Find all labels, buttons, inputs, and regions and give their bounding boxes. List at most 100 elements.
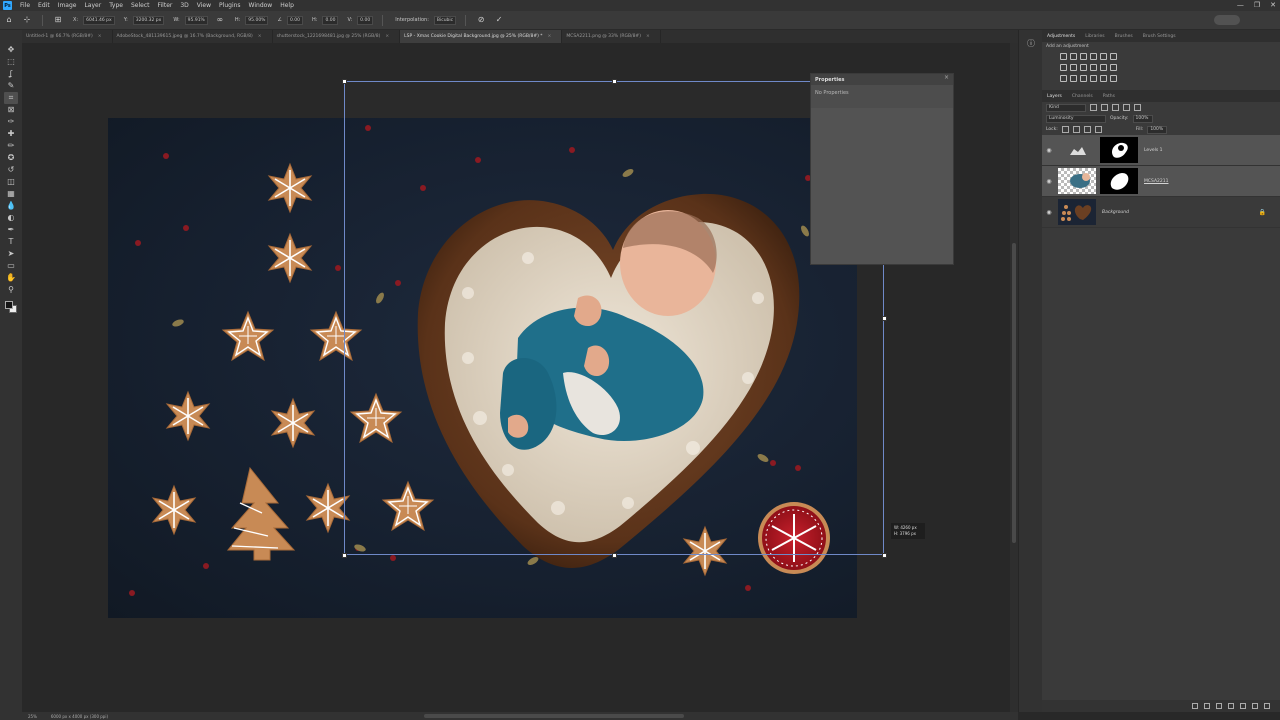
height-field[interactable]: 95.00% <box>245 15 269 25</box>
document-tab[interactable]: shutterstock_1221698481.jpg @ 25% (RGB/8… <box>273 30 401 43</box>
filter-pixel-icon[interactable] <box>1090 104 1097 111</box>
transform-bounding-box[interactable] <box>342 79 887 558</box>
handle-bottom-center[interactable] <box>612 553 617 558</box>
menu-filter[interactable]: Filter <box>154 2 177 9</box>
angle-field[interactable]: 0.00 <box>286 15 303 25</box>
panel-tab-paths[interactable]: Paths <box>1098 94 1120 99</box>
close-icon[interactable]: × <box>944 74 949 81</box>
selective-color-icon[interactable] <box>1090 75 1097 82</box>
home-icon[interactable]: ⌂ <box>4 15 14 25</box>
menu-layer[interactable]: Layer <box>80 2 105 9</box>
layer-mask-thumbnail[interactable] <box>1100 168 1138 194</box>
panel-tab-libraries[interactable]: Libraries <box>1080 34 1109 39</box>
layer-name[interactable]: MCSA2211 <box>1144 179 1169 184</box>
link-layers-icon[interactable] <box>1192 703 1198 709</box>
document-tab[interactable]: Untitled-1 @ 66.7% (RGB/8#) × <box>22 30 113 43</box>
zoom-tool-icon[interactable]: ⚲ <box>4 284 18 296</box>
blend-mode-select[interactable]: Luminosity <box>1046 114 1106 123</box>
close-tab-icon[interactable]: × <box>646 34 650 39</box>
panel-tab-adjustments[interactable]: Adjustments <box>1042 34 1080 39</box>
panel-tab-brushes[interactable]: Brushes <box>1110 34 1138 39</box>
panel-tab-brush-settings[interactable]: Brush Settings <box>1138 34 1181 39</box>
handle-top-center[interactable] <box>612 79 617 84</box>
lock-position-icon[interactable] <box>1072 126 1080 133</box>
menu-view[interactable]: View <box>193 2 215 9</box>
document-tab[interactable]: MCSA2211.png @ 33% (RGB/8#) × <box>562 30 661 43</box>
color-balance-icon[interactable] <box>1070 64 1077 71</box>
scroll-thumb[interactable] <box>1012 243 1016 543</box>
visibility-eye-icon[interactable]: ◉ <box>1042 178 1056 185</box>
layer-thumbnail[interactable] <box>1058 168 1096 194</box>
share-button[interactable] <box>1214 15 1240 25</box>
layer-style-icon[interactable] <box>1204 703 1210 709</box>
history-tool-icon[interactable]: ↺ <box>4 164 18 176</box>
info-icon[interactable]: ⓘ <box>1025 38 1037 50</box>
menu-edit[interactable]: Edit <box>34 2 54 9</box>
reference-point-icon[interactable]: ⊞ <box>53 15 63 25</box>
new-layer-icon[interactable] <box>1252 703 1258 709</box>
visibility-eye-icon[interactable]: ◉ <box>1042 209 1056 216</box>
filter-type-icon[interactable] <box>1112 104 1119 111</box>
menu-select[interactable]: Select <box>127 2 154 9</box>
color-lookup-icon[interactable] <box>1110 64 1117 71</box>
horizontal-scrollbar[interactable] <box>424 714 684 718</box>
handle-middle-right[interactable] <box>882 316 887 321</box>
layer-thumbnail[interactable] <box>1058 199 1096 225</box>
hue-saturation-icon[interactable] <box>1060 64 1067 71</box>
frame-tool-icon[interactable]: ⊠ <box>4 104 18 116</box>
lock-pixels-icon[interactable] <box>1061 126 1069 133</box>
blur-tool-icon[interactable]: 💧 <box>4 200 18 212</box>
handle-top-left[interactable] <box>342 79 347 84</box>
stamp-tool-icon[interactable]: ✪ <box>4 152 18 164</box>
menu-plugins[interactable]: Plugins <box>215 2 245 9</box>
invert-icon[interactable] <box>1060 75 1067 82</box>
opacity-field[interactable]: 100% <box>1132 114 1153 123</box>
close-tab-icon[interactable]: × <box>258 34 262 39</box>
menu-type[interactable]: Type <box>105 2 127 9</box>
restore-button[interactable]: ❐ <box>1254 1 1260 9</box>
marquee-tool-icon[interactable]: ⬚ <box>4 56 18 68</box>
channel-mixer-icon[interactable] <box>1100 64 1107 71</box>
zoom-level[interactable]: 25% <box>28 714 37 719</box>
quick-select-tool-icon[interactable]: ✎ <box>4 80 18 92</box>
levels-icon[interactable] <box>1070 53 1077 60</box>
menu-3d[interactable]: 3D <box>176 2 192 9</box>
h-skew-field[interactable]: 0.00 <box>322 15 339 25</box>
pen-tool-icon[interactable]: ✒ <box>4 224 18 236</box>
eyedropper-tool-icon[interactable]: ✑ <box>4 116 18 128</box>
panel-tab-layers[interactable]: Layers <box>1042 94 1067 99</box>
move-tool-icon[interactable]: ✥ <box>4 44 18 56</box>
crop-tool-icon[interactable]: ⌗ <box>4 92 18 104</box>
foreground-color-swatch[interactable] <box>5 301 13 309</box>
trash-icon[interactable] <box>1264 703 1270 709</box>
x-field[interactable]: 6041.46 px <box>83 15 115 25</box>
vibrance-icon[interactable] <box>1100 53 1107 60</box>
y-field[interactable]: 3200.32 px <box>132 15 165 25</box>
panel-tab-channels[interactable]: Channels <box>1067 94 1098 99</box>
filter-adjustment-icon[interactable] <box>1101 104 1108 111</box>
tool-preset-icon[interactable]: ⊹ <box>22 15 32 25</box>
vertical-scrollbar[interactable] <box>1010 43 1018 712</box>
lock-all-icon[interactable] <box>1094 126 1102 133</box>
layer-levels[interactable]: ◉ Levels 1 <box>1042 135 1280 166</box>
black-white-icon[interactable] <box>1080 64 1087 71</box>
new-adjustment-icon[interactable] <box>1228 703 1234 709</box>
filter-smart-icon[interactable] <box>1134 104 1141 111</box>
layer-background[interactable]: ◉ Background 🔒 <box>1042 197 1280 228</box>
layer-kind-filter[interactable]: Kind <box>1046 103 1086 112</box>
rectangle-tool-icon[interactable]: ▭ <box>4 260 18 272</box>
exposure-icon[interactable] <box>1090 53 1097 60</box>
gradient-icon[interactable] <box>1100 75 1107 82</box>
layer-baby[interactable]: ◉ MCSA2211 <box>1042 166 1280 197</box>
handle-bottom-left[interactable] <box>342 553 347 558</box>
add-mask-icon[interactable] <box>1216 703 1222 709</box>
dodge-tool-icon[interactable]: ◐ <box>4 212 18 224</box>
hand-tool-icon[interactable]: ✋ <box>4 272 18 284</box>
threshold-icon[interactable] <box>1080 75 1087 82</box>
cancel-transform-button[interactable]: ⊘ <box>476 15 486 25</box>
menu-image[interactable]: Image <box>54 2 81 9</box>
document-tab[interactable]: AdobeStock_481139615.jpeg @ 16.7% (Backg… <box>113 30 273 43</box>
commit-transform-button[interactable]: ✓ <box>494 15 504 25</box>
minimize-button[interactable]: — <box>1237 1 1244 9</box>
menu-file[interactable]: File <box>16 2 34 9</box>
